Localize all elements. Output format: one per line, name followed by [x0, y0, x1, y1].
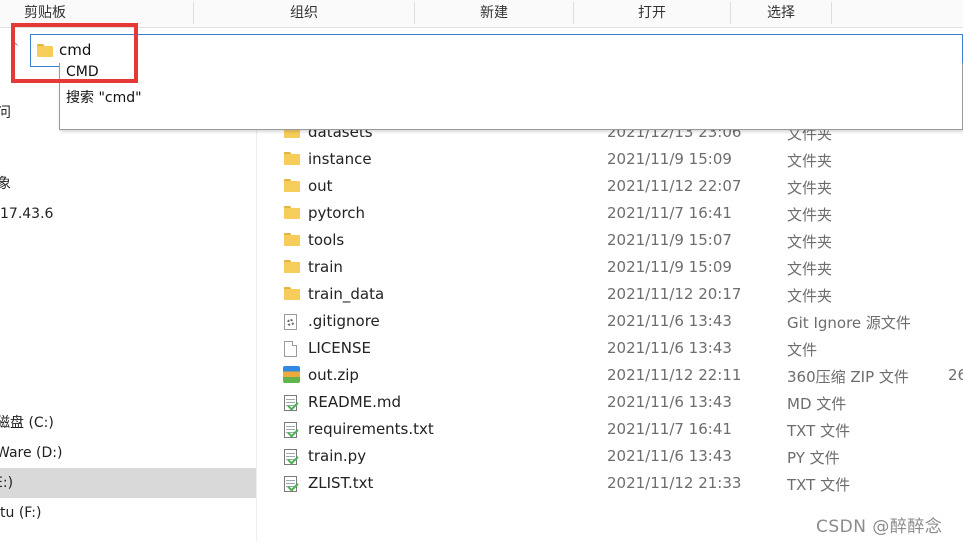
up-arrow-icon[interactable]: ⌃: [11, 42, 23, 54]
ribbon-group-organize[interactable]: 组织: [194, 0, 414, 27]
file-type: 文件夹: [787, 179, 833, 197]
autocomplete-option-cmd[interactable]: CMD: [66, 64, 99, 80]
folder-icon: [284, 233, 300, 246]
nav-item[interactable]: 象: [0, 169, 256, 199]
text-file-icon: [284, 476, 297, 492]
config-file-icon: [284, 314, 297, 330]
file-name: requirements.txt: [308, 420, 434, 438]
file-name: out.zip: [308, 366, 359, 384]
ribbon-separator: [831, 2, 832, 24]
file-date: 2021/11/12 20:17: [607, 285, 742, 303]
file-type: 文件夹: [787, 260, 833, 278]
navigation-pane: 问 象 17.43.6 磁盘 (C:) Ware (D:) E:) tu (F:…: [0, 95, 256, 541]
blank-file-icon: [284, 341, 297, 357]
file-type: 文件: [787, 341, 818, 359]
zip-archive-icon: [283, 366, 300, 383]
file-type: TXT 文件: [787, 476, 851, 494]
file-row[interactable]: train_data 2021/11/12 20:17 文件夹: [280, 281, 963, 308]
file-date: 2021/11/9 15:09: [607, 258, 732, 276]
file-row[interactable]: README.md 2021/11/6 13:43 MD 文件: [280, 389, 963, 416]
file-date: 2021/11/7 16:41: [607, 204, 732, 222]
file-row[interactable]: tools 2021/11/9 15:07 文件夹: [280, 227, 963, 254]
file-name: instance: [308, 150, 372, 168]
file-row[interactable]: instance 2021/11/9 15:09 文件夹: [280, 146, 963, 173]
file-name: train: [308, 258, 343, 276]
ribbon-group-select[interactable]: 选择: [731, 0, 831, 27]
file-row[interactable]: ZLIST.txt 2021/11/12 21:33 TXT 文件: [280, 470, 963, 497]
folder-icon: [37, 44, 53, 57]
nav-item-drive-e[interactable]: E:): [0, 468, 256, 498]
autocomplete-option-search[interactable]: 搜索 "cmd": [66, 87, 142, 107]
file-date: 2021/11/12 22:11: [607, 366, 742, 384]
file-name: pytorch: [308, 204, 366, 222]
text-file-icon: [284, 449, 297, 465]
file-date: 2021/11/12 22:07: [607, 177, 742, 195]
pane-divider[interactable]: [256, 67, 257, 541]
file-name: train_data: [308, 285, 385, 303]
file-row[interactable]: requirements.txt 2021/11/7 16:41 TXT 文件: [280, 416, 963, 443]
file-date: 2021/11/6 13:43: [607, 447, 732, 465]
address-input-text[interactable]: cmd: [59, 41, 91, 59]
ribbon-group-clipboard[interactable]: 剪贴板: [0, 0, 90, 27]
file-type: 文件夹: [787, 233, 833, 251]
file-size: 26: [948, 366, 963, 384]
nav-item-drive-f[interactable]: tu (F:): [0, 498, 256, 528]
ribbon-group-bar: 剪贴板 组织 新建 打开 选择: [0, 0, 963, 28]
watermark-text: CSDN @醉醉念: [816, 517, 943, 537]
folder-icon: [284, 152, 300, 165]
file-type: 360压缩 ZIP 文件: [787, 368, 909, 386]
file-date: 2021/11/7 16:41: [607, 420, 732, 438]
file-row[interactable]: out 2021/11/12 22:07 文件夹: [280, 173, 963, 200]
text-file-icon: [284, 395, 297, 411]
folder-icon: [284, 287, 300, 300]
nav-item-label: E:): [0, 475, 14, 491]
file-row[interactable]: out.zip 2021/11/12 22:11 360压缩 ZIP 文件 26: [280, 362, 963, 389]
nav-item-label: 磁盘 (C:): [0, 415, 54, 431]
folder-icon: [284, 260, 300, 273]
folder-icon: [284, 206, 300, 219]
ribbon-group-new[interactable]: 新建: [415, 0, 573, 27]
file-type: MD 文件: [787, 395, 847, 413]
file-name: README.md: [308, 393, 402, 411]
folder-icon: [284, 179, 300, 192]
nav-item-drive-d[interactable]: Ware (D:): [0, 438, 256, 468]
file-name: train.py: [308, 447, 367, 465]
nav-item-label: 象: [0, 176, 11, 192]
nav-item-label: tu (F:): [0, 505, 42, 521]
nav-item[interactable]: 17.43.6: [0, 199, 256, 229]
file-date: 2021/11/12 21:33: [607, 474, 742, 492]
file-date: 2021/11/9 15:07: [607, 231, 732, 249]
file-date: 2021/11/6 13:43: [607, 312, 732, 330]
file-type: Git Ignore 源文件: [787, 314, 911, 332]
file-date: 2021/11/6 13:43: [607, 339, 732, 357]
file-type: 文件夹: [787, 287, 833, 305]
file-name: LICENSE: [308, 339, 371, 357]
file-name: tools: [308, 231, 345, 249]
file-row[interactable]: train 2021/11/9 15:09 文件夹: [280, 254, 963, 281]
file-type: PY 文件: [787, 449, 840, 467]
file-date: 2021/11/9 15:09: [607, 150, 732, 168]
file-type: 文件夹: [787, 152, 833, 170]
nav-item-drive-c[interactable]: 磁盘 (C:): [0, 408, 256, 438]
file-type: TXT 文件: [787, 422, 851, 440]
address-autocomplete-dropdown: CMD 搜索 "cmd": [59, 63, 963, 130]
nav-item-label: 问: [0, 105, 11, 121]
text-file-icon: [284, 422, 297, 438]
file-row[interactable]: train.py 2021/11/6 13:43 PY 文件: [280, 443, 963, 470]
file-name: .gitignore: [308, 312, 380, 330]
file-name: out: [308, 177, 333, 195]
file-row[interactable]: .gitignore 2021/11/6 13:43 Git Ignore 源文…: [280, 308, 963, 335]
nav-item-label: 17.43.6: [0, 206, 54, 222]
file-name: ZLIST.txt: [308, 474, 374, 492]
file-row[interactable]: pytorch 2021/11/7 16:41 文件夹: [280, 200, 963, 227]
file-row[interactable]: LICENSE 2021/11/6 13:43 文件: [280, 335, 963, 362]
file-type: 文件夹: [787, 206, 833, 224]
ribbon-group-open[interactable]: 打开: [574, 0, 730, 27]
nav-item-label: Ware (D:): [0, 445, 63, 461]
file-date: 2021/11/6 13:43: [607, 393, 732, 411]
